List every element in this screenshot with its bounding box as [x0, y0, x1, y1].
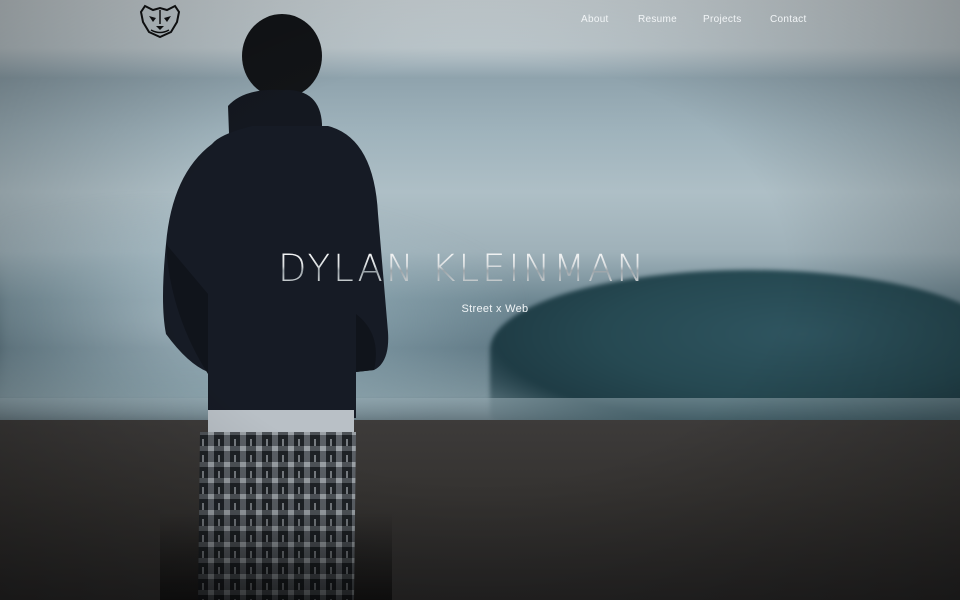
vignette-overlay: [0, 0, 960, 600]
hero-title: DYLAN KLEINMAN: [278, 247, 718, 290]
nav-link-projects[interactable]: Projects: [703, 14, 742, 25]
hero-section: About Resume Projects Contact DYLAN KLEI…: [0, 0, 960, 600]
nav-link-about[interactable]: About: [581, 14, 609, 25]
tiger-face-logo-icon[interactable]: [139, 2, 181, 39]
nav-link-contact[interactable]: Contact: [770, 14, 807, 25]
hero-subtitle: Street x Web: [461, 303, 529, 315]
nav-link-resume[interactable]: Resume: [638, 14, 677, 25]
top-nav: About Resume Projects Contact: [0, 0, 960, 42]
